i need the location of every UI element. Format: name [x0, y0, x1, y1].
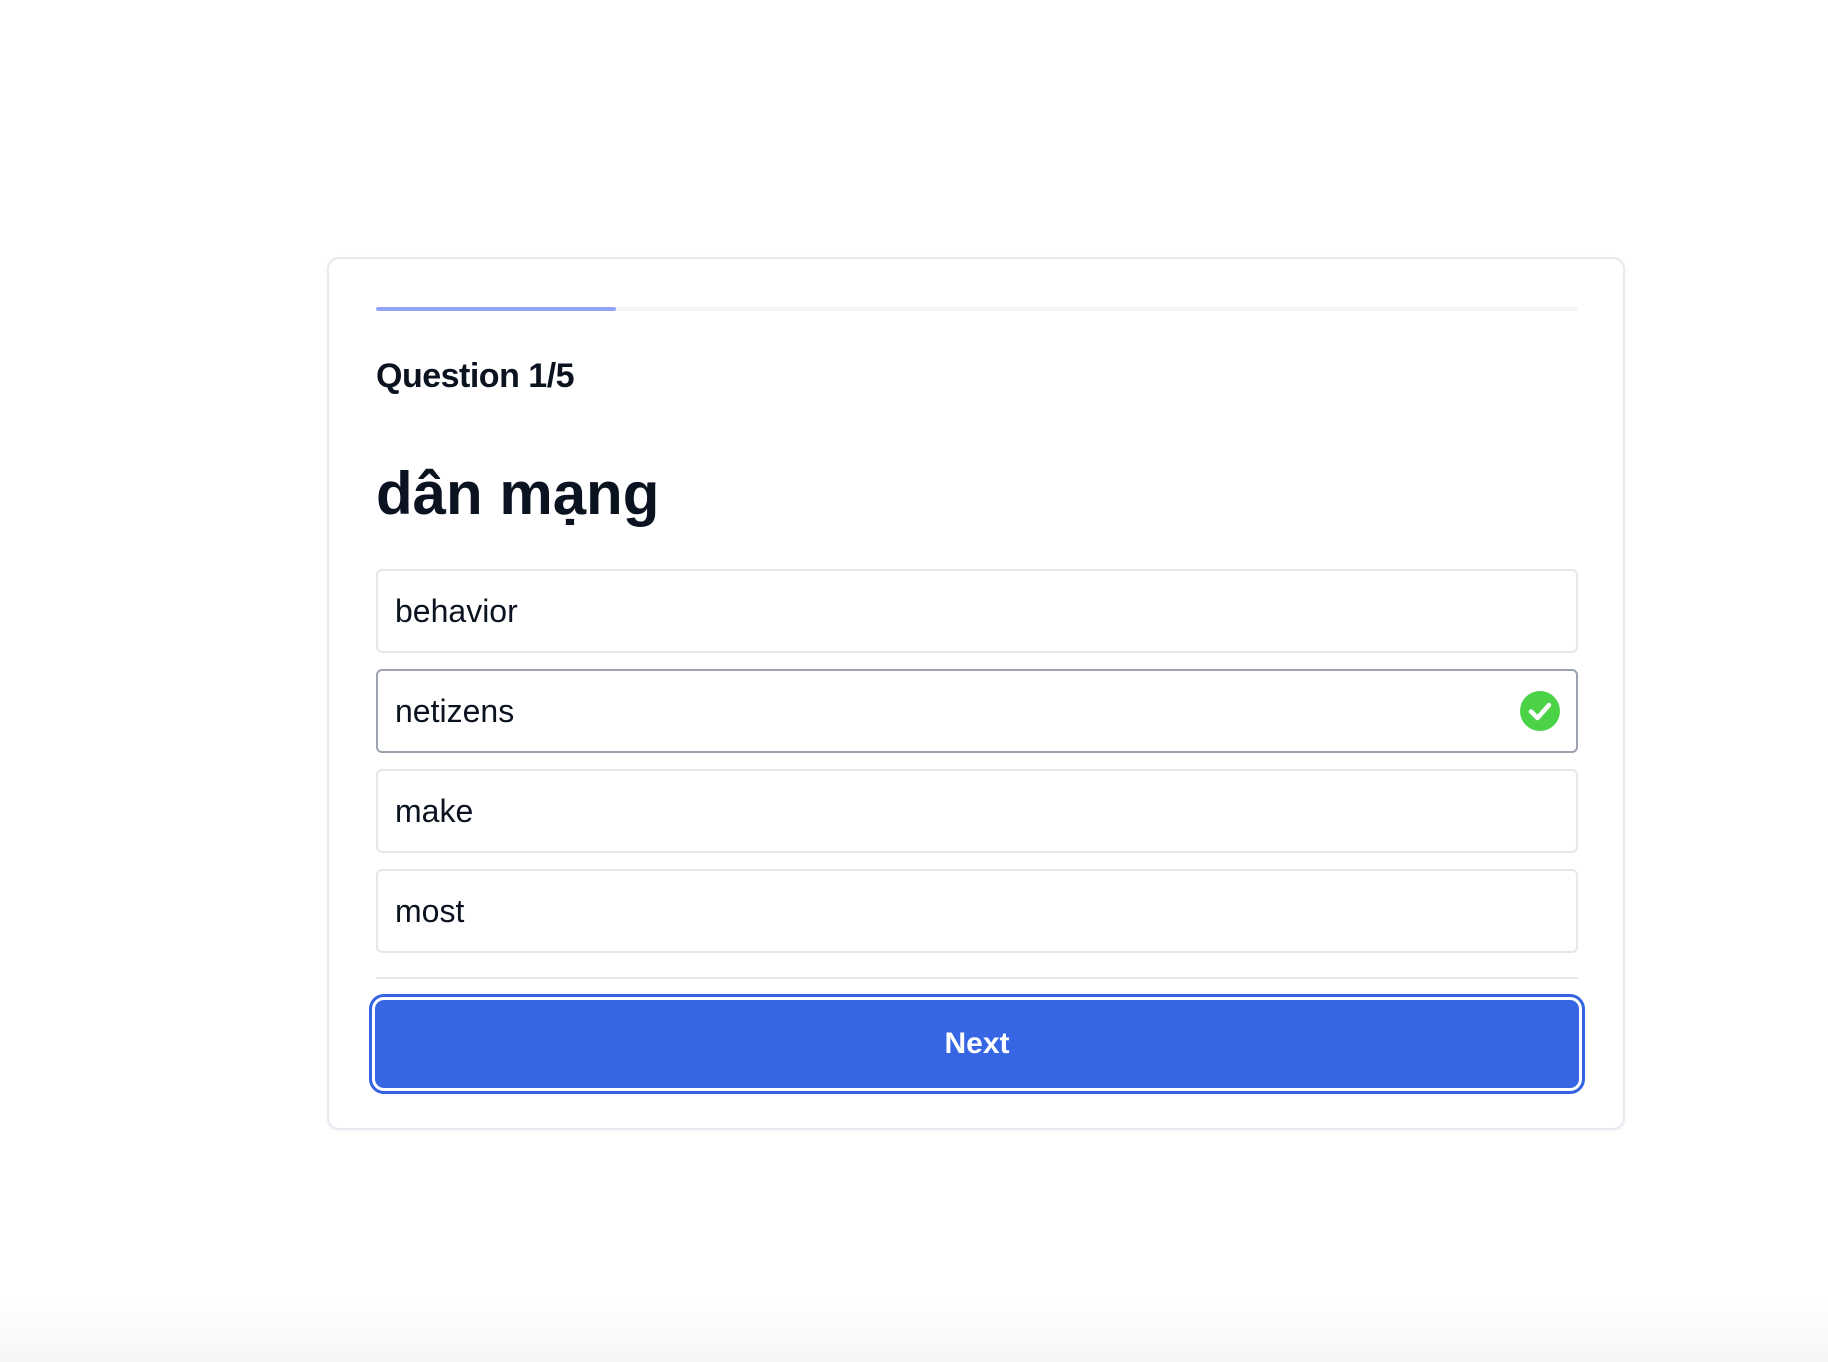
answer-option-most[interactable]: most	[376, 869, 1578, 953]
answer-option-label: most	[395, 892, 465, 929]
answer-option-label: make	[395, 792, 474, 829]
answer-option-behavior[interactable]: behavior	[376, 569, 1578, 653]
question-counter: Question 1/5	[376, 357, 575, 395]
progress-bar	[376, 307, 1578, 311]
check-circle-icon	[1520, 691, 1560, 731]
quiz-card: Question 1/5 dân mạng behavior netizens …	[327, 257, 1625, 1130]
page-bottom-fade	[0, 1300, 1828, 1362]
answer-option-label: netizens	[395, 692, 515, 729]
answer-option-make[interactable]: make	[376, 769, 1578, 853]
question-word: dân mạng	[376, 460, 660, 527]
progress-bar-fill	[376, 307, 617, 311]
answer-option-netizens[interactable]: netizens	[376, 669, 1578, 753]
next-button[interactable]: Next	[369, 994, 1585, 1094]
divider	[376, 977, 1578, 979]
answer-options: behavior netizens make most	[376, 569, 1578, 969]
answer-option-label: behavior	[395, 592, 518, 629]
